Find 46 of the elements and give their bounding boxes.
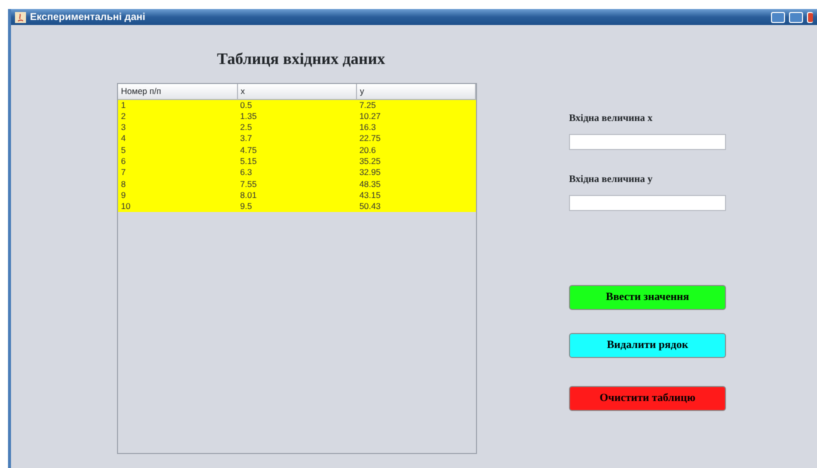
table-cell: 8.01	[237, 190, 356, 202]
table-cell: 3.7	[237, 133, 356, 145]
input-field[interactable]	[569, 134, 726, 150]
table-heading: Таблиця вхідних даних	[217, 50, 386, 70]
table-cell: 20.6	[356, 144, 476, 156]
table-cell: 7.55	[237, 178, 356, 190]
table-cell: 7	[118, 167, 238, 179]
table-cell: 10	[118, 201, 238, 212]
minimize-button[interactable]	[771, 12, 785, 22]
table-cell: 2.5	[237, 122, 356, 134]
table-cell: 22.75	[356, 133, 476, 145]
field-label: Вхідна величина x	[569, 112, 654, 126]
table-cell: 0.5	[237, 99, 356, 111]
table-cell: 6	[118, 156, 238, 168]
table-cell: 32.95	[356, 167, 476, 179]
column-header[interactable]: y	[356, 84, 476, 100]
app-icon	[15, 12, 26, 22]
table-cell: 3	[118, 122, 238, 134]
table-cell: 2	[118, 110, 238, 122]
table-cell: 5	[118, 144, 238, 156]
table-cell: 50.43	[356, 201, 476, 212]
action-button[interactable]: Видалити рядок	[569, 333, 726, 358]
field-label: Вхідна величина y	[569, 173, 654, 187]
table-cell: 5.15	[237, 156, 356, 168]
column-header[interactable]: Номер п/п	[118, 84, 238, 100]
table-cell: 9.5	[237, 201, 356, 212]
action-button[interactable]: Очистити таблицю	[569, 386, 726, 411]
table-cell: 35.25	[356, 156, 476, 168]
table-cell: 48.35	[356, 178, 476, 190]
table-cell: 10.27	[356, 110, 476, 122]
table-cell: 4.75	[237, 144, 356, 156]
table-cell: 8	[118, 178, 238, 190]
table-cell: 4	[118, 133, 238, 145]
table-cell: 43.15	[356, 190, 476, 202]
table-cell: 9	[118, 190, 238, 202]
action-button[interactable]: Ввести значення	[569, 285, 726, 310]
table-cell: 16.3	[356, 122, 476, 134]
table-cell: 1.35	[237, 110, 356, 122]
table-cell: 7.25	[356, 99, 476, 111]
maximize-button[interactable]	[789, 12, 803, 22]
window-title: Експериментальні дані	[30, 10, 146, 24]
table-cell: 6.3	[237, 167, 356, 179]
column-header[interactable]: x	[237, 84, 356, 100]
close-button[interactable]	[807, 12, 813, 22]
table-cell: 1	[118, 99, 238, 111]
input-field[interactable]	[569, 195, 726, 211]
